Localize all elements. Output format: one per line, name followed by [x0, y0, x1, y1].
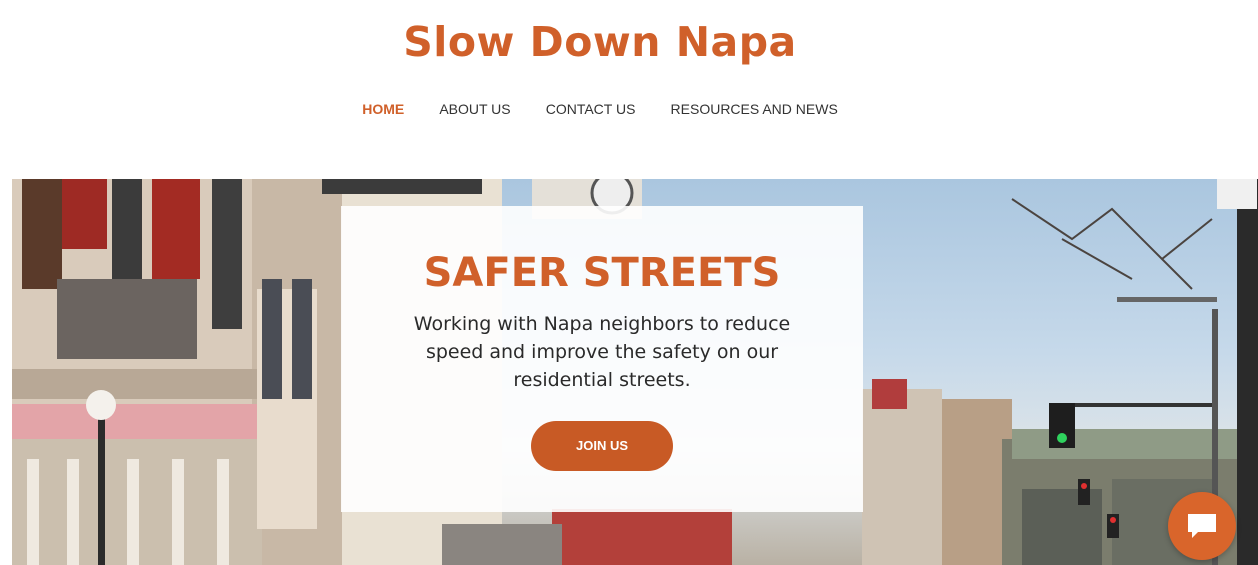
nav-item-home[interactable]: HOME	[362, 101, 404, 117]
hero-description: Working with Napa neighbors to reduce sp…	[413, 313, 791, 391]
nav-item-resources-and-news[interactable]: RESOURCES AND NEWS	[671, 101, 838, 117]
chat-bubble-icon	[1188, 514, 1216, 538]
chat-button[interactable]	[1168, 492, 1236, 560]
nav-item-about-us[interactable]: ABOUT US	[439, 101, 510, 117]
nav-item-contact-us[interactable]: CONTACT US	[546, 101, 636, 117]
join-us-button[interactable]: JOIN US	[531, 421, 673, 471]
hero-heading: SAFER STREETS	[423, 250, 781, 296]
hero-card: SAFER STREETS Working with Napa neighbor…	[341, 206, 863, 512]
main-nav: HOME ABOUT US CONTACT US RESOURCES AND N…	[0, 99, 1200, 118]
site-title[interactable]: Slow Down Napa	[0, 18, 1200, 66]
